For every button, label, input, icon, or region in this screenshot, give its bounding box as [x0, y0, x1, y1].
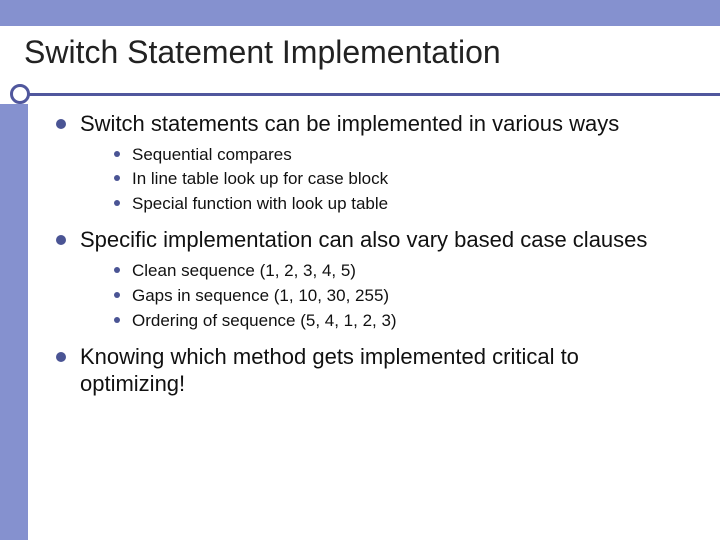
rule-line: [28, 93, 720, 96]
title-rule: [0, 82, 720, 106]
slide-title: Switch Statement Implementation: [24, 34, 720, 71]
content-area: Switch statements can be implemented in …: [54, 110, 690, 406]
top-band: [0, 0, 720, 26]
bullet-text: Specific implementation can also vary ba…: [80, 227, 647, 252]
title-area: Switch Statement Implementation: [0, 26, 720, 71]
bullet-text: Special function with look up table: [132, 194, 388, 213]
list-item: Gaps in sequence (1, 10, 30, 255): [114, 285, 690, 308]
bullet-text: In line table look up for case block: [132, 169, 388, 188]
slide: Switch Statement Implementation Switch s…: [0, 0, 720, 540]
left-band: [0, 104, 28, 540]
list-item: Sequential compares: [114, 144, 690, 167]
bullet-text: Clean sequence (1, 2, 3, 4, 5): [132, 261, 356, 280]
bullet-text: Sequential compares: [132, 145, 292, 164]
list-item: Switch statements can be implemented in …: [54, 110, 690, 216]
bullet-text: Knowing which method gets implemented cr…: [80, 344, 579, 397]
sub-bullet-list: Clean sequence (1, 2, 3, 4, 5) Gaps in s…: [114, 260, 690, 333]
list-item: Ordering of sequence (5, 4, 1, 2, 3): [114, 310, 690, 333]
list-item: In line table look up for case block: [114, 168, 690, 191]
list-item: Specific implementation can also vary ba…: [54, 226, 690, 332]
bullet-text: Switch statements can be implemented in …: [80, 111, 619, 136]
rule-circle-icon: [10, 84, 30, 104]
sub-bullet-list: Sequential compares In line table look u…: [114, 144, 690, 217]
list-item: Clean sequence (1, 2, 3, 4, 5): [114, 260, 690, 283]
list-item: Knowing which method gets implemented cr…: [54, 343, 690, 398]
bullet-text: Gaps in sequence (1, 10, 30, 255): [132, 286, 389, 305]
bullet-text: Ordering of sequence (5, 4, 1, 2, 3): [132, 311, 397, 330]
list-item: Special function with look up table: [114, 193, 690, 216]
bullet-list: Switch statements can be implemented in …: [54, 110, 690, 398]
